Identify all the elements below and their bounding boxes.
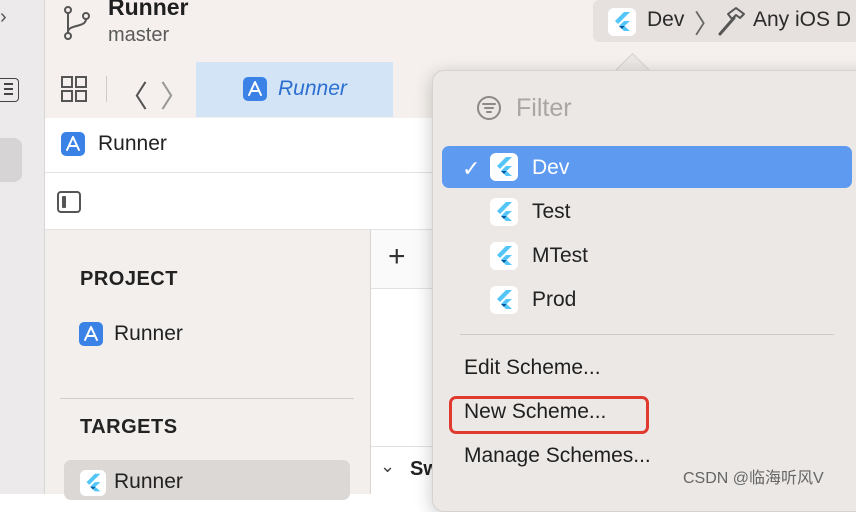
list-icon[interactable] bbox=[0, 78, 19, 102]
git-branch-icon bbox=[64, 6, 90, 40]
filter-field[interactable]: Filter bbox=[516, 94, 572, 123]
app-store-icon bbox=[61, 132, 85, 156]
collapse-caret-icon[interactable]: › bbox=[0, 6, 7, 29]
manage-schemes-item[interactable]: Manage Schemes... bbox=[464, 444, 651, 468]
scheme-option-label[interactable]: MTest bbox=[532, 244, 588, 268]
flutter-icon bbox=[490, 286, 518, 314]
menu-divider bbox=[460, 334, 834, 335]
hammer-icon bbox=[718, 7, 745, 36]
watermark: CSDN @临海听风V bbox=[683, 470, 824, 487]
panel-divider bbox=[60, 398, 354, 399]
filter-icon bbox=[477, 96, 501, 120]
flutter-icon bbox=[490, 153, 518, 181]
project-section-header: PROJECT bbox=[80, 268, 178, 290]
scheme-option-label[interactable]: Test bbox=[532, 200, 571, 224]
project-item[interactable]: Runner bbox=[114, 322, 183, 346]
breadcrumb-item[interactable]: Runner bbox=[98, 132, 167, 156]
back-button[interactable]: 〈 bbox=[118, 72, 148, 116]
toolbar-divider bbox=[106, 76, 107, 102]
run-destination[interactable]: Any iOS D bbox=[753, 8, 851, 32]
flutter-icon bbox=[80, 470, 106, 496]
app-store-icon bbox=[79, 322, 103, 346]
checkmark-icon: ✓ bbox=[462, 156, 481, 181]
navigator-strip: › bbox=[0, 0, 45, 494]
scheme-option-label[interactable]: Prod bbox=[532, 288, 576, 312]
project-title: Runner bbox=[108, 0, 189, 20]
edit-scheme-item[interactable]: Edit Scheme... bbox=[464, 356, 601, 380]
flutter-icon bbox=[608, 8, 636, 36]
scheme-option-label[interactable]: Dev bbox=[532, 156, 569, 180]
flutter-icon bbox=[490, 242, 518, 270]
scheme-name[interactable]: Dev bbox=[647, 8, 684, 32]
chevron-down-icon[interactable]: ⌄ bbox=[380, 456, 395, 477]
forward-button[interactable]: 〉 bbox=[160, 72, 190, 116]
target-item-selected[interactable] bbox=[64, 460, 350, 500]
grid-icon[interactable] bbox=[61, 76, 87, 102]
add-button[interactable]: + bbox=[388, 240, 406, 274]
annotation-highlight bbox=[449, 396, 649, 434]
navigator-selection[interactable] bbox=[0, 138, 22, 182]
tab-label[interactable]: Runner bbox=[278, 77, 347, 101]
app-store-icon bbox=[243, 77, 267, 101]
targets-section-header: TARGETS bbox=[80, 416, 178, 438]
target-item[interactable]: Runner bbox=[114, 470, 183, 494]
sidebar-toggle-icon[interactable] bbox=[57, 191, 81, 213]
flutter-icon bbox=[490, 198, 518, 226]
branch-name: master bbox=[108, 24, 170, 46]
